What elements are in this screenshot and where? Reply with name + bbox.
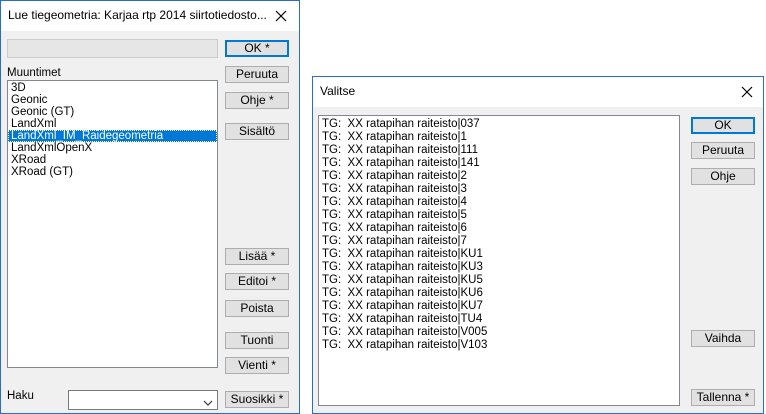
list-item[interactable]: Geonic (8, 94, 217, 106)
search-combo[interactable] (68, 390, 218, 410)
list-item[interactable]: Geonic (GT) (8, 106, 217, 118)
title-bar[interactable]: Lue tiegeometria: Karjaa rtp 2014 siirto… (1, 1, 299, 31)
help-button[interactable]: Ohje (691, 168, 755, 185)
favorites-button[interactable]: Suosikki * (225, 391, 289, 408)
list-item[interactable]: TG: XX ratapihan raiteisto|5 (319, 209, 679, 222)
cancel-button[interactable]: Peruuta (225, 66, 289, 83)
chevron-down-icon[interactable] (203, 396, 213, 410)
list-item[interactable]: XRoad (GT) (8, 166, 217, 178)
converter-dialog: Lue tiegeometria: Karjaa rtp 2014 siirto… (0, 0, 300, 414)
selection-list[interactable]: TG: XX ratapihan raiteisto|037 TG: XX rat… (318, 115, 680, 406)
add-button[interactable]: Lisää * (225, 248, 289, 265)
switch-button[interactable]: Vaihda (691, 330, 755, 347)
list-item[interactable]: TG: XX ratapihan raiteisto|3 (319, 183, 679, 196)
search-label: Haku (7, 390, 34, 402)
list-item[interactable]: LandXml (8, 118, 217, 130)
list-item[interactable]: TG: XX ratapihan raiteisto|V103 (319, 339, 679, 352)
import-button[interactable]: Tuonti (225, 332, 289, 349)
edit-button[interactable]: Editoi * (225, 273, 289, 290)
list-item[interactable]: TG: XX ratapihan raiteisto|111 (319, 144, 679, 157)
list-item[interactable]: TG: XX ratapihan raiteisto|V005 (319, 326, 679, 339)
contents-button[interactable]: Sisältö (225, 123, 289, 140)
ok-button[interactable]: OK * (225, 40, 289, 57)
cancel-button[interactable]: Peruuta (691, 142, 755, 159)
list-item[interactable]: TG: XX ratapihan raiteisto|KU5 (319, 274, 679, 287)
list-item[interactable]: 3D (8, 82, 217, 94)
save-button[interactable]: Tallenna * (691, 389, 755, 406)
list-item[interactable]: LandXmlOpenX (8, 142, 217, 154)
list-item[interactable]: TG: XX ratapihan raiteisto|4 (319, 196, 679, 209)
list-item[interactable]: TG: XX ratapihan raiteisto|037 (319, 118, 679, 131)
title-bar[interactable]: Valitse (313, 77, 763, 107)
list-item[interactable]: TG: XX ratapihan raiteisto|7 (319, 235, 679, 248)
close-icon[interactable] (739, 84, 755, 100)
list-item[interactable]: XRoad (8, 154, 217, 166)
list-item[interactable]: TG: XX ratapihan raiteisto|141 (319, 157, 679, 170)
select-dialog: Valitse TG: XX ratapihan raiteisto|037 TG… (312, 76, 764, 414)
list-item[interactable]: TG: XX ratapihan raiteisto|KU3 (319, 261, 679, 274)
list-item[interactable]: TG: XX ratapihan raiteisto|1 (319, 131, 679, 144)
list-item[interactable]: TG: XX ratapihan raiteisto|KU1 (319, 248, 679, 261)
window-title: Valitse (320, 84, 356, 98)
ok-button[interactable]: OK (691, 117, 755, 134)
list-item[interactable]: TG: XX ratapihan raiteisto|TU4 (319, 313, 679, 326)
export-button[interactable]: Vienti * (225, 357, 289, 374)
list-item[interactable]: TG: XX ratapihan raiteisto|2 (319, 170, 679, 183)
close-icon[interactable] (273, 8, 289, 24)
window-title: Lue tiegeometria: Karjaa rtp 2014 siirto… (8, 8, 267, 22)
converters-label: Muuntimet (7, 67, 61, 79)
help-button[interactable]: Ohje * (225, 92, 289, 109)
path-field (7, 39, 218, 58)
converters-list[interactable]: 3D Geonic Geonic (GT) LandXml LandXml_IM_Rai… (7, 80, 218, 368)
list-item[interactable]: TG: XX ratapihan raiteisto|KU6 (319, 287, 679, 300)
list-item[interactable]: LandXml_IM_Raidegeometria (8, 130, 217, 142)
list-item[interactable]: TG: XX ratapihan raiteisto|6 (319, 222, 679, 235)
list-item[interactable]: TG: XX ratapihan raiteisto|KU7 (319, 300, 679, 313)
delete-button[interactable]: Poista (225, 300, 289, 317)
